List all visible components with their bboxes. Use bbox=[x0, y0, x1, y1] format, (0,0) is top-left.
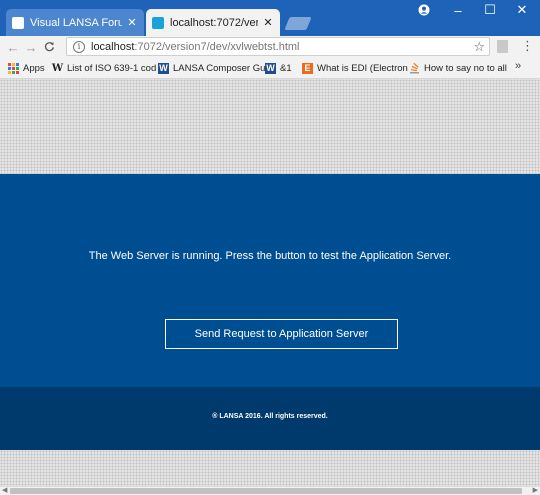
bookmark-label: What is EDI (Electron bbox=[317, 62, 408, 74]
horizontal-scrollbar[interactable]: ◀ ▶ bbox=[0, 486, 540, 495]
tab-title: Visual LANSA Forum - P bbox=[30, 16, 122, 29]
bookmark-label: &1 bbox=[280, 62, 292, 74]
reload-button[interactable] bbox=[40, 40, 58, 55]
bookmark-iso-639[interactable]: W List of ISO 639-1 cod bbox=[52, 61, 156, 75]
page-footer: ® LANSA 2016. All rights reserved. bbox=[0, 387, 540, 450]
forward-button[interactable]: → bbox=[22, 40, 40, 55]
browser-toolbar: ← → i localhost:7072/version7/dev/xvlweb… bbox=[0, 36, 540, 58]
more-bookmarks-icon[interactable]: » bbox=[515, 60, 521, 72]
bookmark-lansa-composer[interactable]: W LANSA Composer Gu bbox=[158, 61, 265, 75]
profile-icon[interactable] bbox=[408, 0, 440, 20]
stackoverflow-icon bbox=[409, 62, 420, 74]
tab-visual-lansa-forum[interactable]: Visual LANSA Forum - P ✕ bbox=[6, 9, 144, 36]
tab-title: localhost:7072/version7/ bbox=[170, 16, 258, 29]
new-tab-button[interactable] bbox=[284, 17, 312, 30]
close-tab-icon[interactable]: ✕ bbox=[126, 16, 138, 29]
close-tab-icon[interactable]: ✕ bbox=[262, 16, 274, 29]
apps-grid-icon bbox=[8, 62, 19, 74]
scrollbar-thumb[interactable] bbox=[10, 488, 522, 494]
e-icon: E bbox=[302, 62, 313, 74]
site-info-icon[interactable]: i bbox=[73, 40, 85, 53]
url-host: localhost bbox=[91, 40, 135, 53]
forum-favicon-icon bbox=[12, 16, 24, 29]
bookmark-how-to-say-no[interactable]: How to say no to all bbox=[409, 61, 515, 75]
wikipedia-icon: W bbox=[51, 62, 64, 74]
send-request-button[interactable]: Send Request to Application Server bbox=[165, 319, 398, 349]
page-header-pattern bbox=[0, 79, 540, 174]
bookmark-label: Apps bbox=[23, 62, 45, 74]
menu-dots-icon[interactable]: ⋮ bbox=[521, 39, 534, 53]
tab-localhost[interactable]: localhost:7072/version7/ ✕ bbox=[146, 9, 280, 36]
close-window-button[interactable]: ✕ bbox=[506, 0, 538, 20]
minimize-button[interactable]: – bbox=[442, 0, 474, 20]
browser-titlebar: Visual LANSA Forum - P ✕ localhost:7072/… bbox=[0, 0, 540, 36]
bookmark-label: List of ISO 639-1 cod bbox=[67, 62, 157, 74]
scroll-right-icon[interactable]: ▶ bbox=[533, 487, 538, 495]
bookmark-apps[interactable]: Apps bbox=[8, 61, 45, 75]
scroll-left-icon[interactable]: ◀ bbox=[2, 487, 7, 495]
back-button[interactable]: ← bbox=[4, 40, 22, 55]
bookmark-label: LANSA Composer Gu bbox=[173, 62, 266, 74]
maximize-button[interactable]: ☐ bbox=[474, 0, 506, 20]
server-status-message: The Web Server is running. Press the but… bbox=[88, 250, 452, 262]
copyright-text: ® LANSA 2016. All rights reserved. bbox=[212, 413, 328, 420]
extension-icon[interactable] bbox=[497, 40, 508, 53]
lansa-icon: W bbox=[158, 62, 169, 74]
bookmark-what-is-edi[interactable]: E What is EDI (Electron bbox=[302, 61, 408, 75]
main-content-band: The Web Server is running. Press the but… bbox=[0, 174, 540, 387]
lansa-icon: W bbox=[265, 62, 276, 74]
lansa-favicon-icon bbox=[152, 16, 164, 29]
page-bottom-pattern bbox=[0, 450, 540, 486]
bookmarks-bar: Apps W List of ISO 639-1 cod W LANSA Com… bbox=[0, 58, 540, 79]
bookmark-star-icon[interactable]: ☆ bbox=[473, 39, 485, 55]
bookmark-label: How to say no to all bbox=[424, 62, 507, 74]
url-path: :7072/version7/dev/xvlwebtst.html bbox=[134, 40, 300, 53]
bookmark-amp-1[interactable]: W &1 bbox=[265, 61, 292, 75]
address-bar[interactable]: i localhost:7072/version7/dev/xvlwebtst.… bbox=[66, 37, 490, 56]
